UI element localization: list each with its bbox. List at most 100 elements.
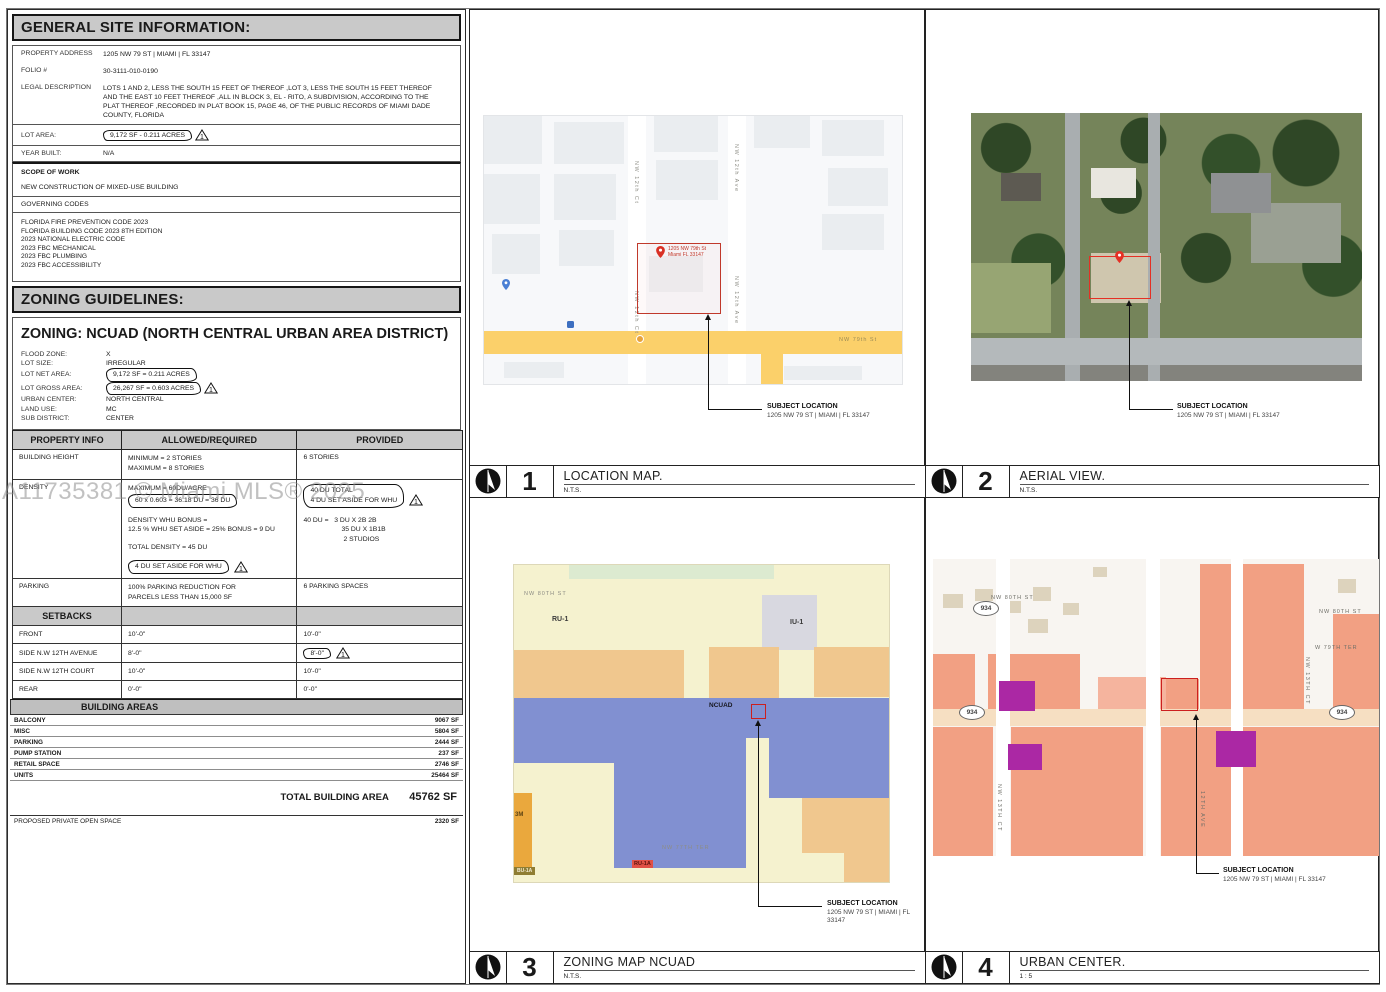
panel-number: 1: [507, 466, 554, 497]
property-info-box: PROPERTY ADDRESS 1205 NW 79 ST | MIAMI |…: [12, 45, 461, 125]
panel-title: ZONING MAP NCUAD: [564, 954, 915, 971]
panel-scale: N.T.S.: [1020, 485, 1369, 494]
revision-cloud: 26,267 SF = 0.603 ACRES: [106, 382, 201, 395]
urban-center-map: NW 80TH ST NW 80TH ST W 79TH TER NW 13TH…: [933, 559, 1379, 856]
property-address-row: PROPERTY ADDRESS 1205 NW 79 ST | MIAMI |…: [13, 46, 460, 63]
area-row-misc: MISC5804 SF: [10, 726, 463, 737]
allowed-cell: MINIMUM = 2 STORIES MAXIMUM = 8 STORIES: [122, 450, 297, 480]
area-row-units: UNITS25464 SF: [10, 770, 463, 781]
area-row-parking: PARKING2444 SF: [10, 737, 463, 748]
street-label: NW 12th Ave: [733, 276, 739, 325]
zoning-summary-box: ZONING: NCUAD (NORTH CENTRAL URBAN AREA …: [12, 317, 461, 431]
location-map-panel: NW 12th Ct NW 12th Ct NW 12th Ave NW 12t…: [469, 9, 925, 497]
field-label: PROPERTY ADDRESS: [21, 50, 103, 59]
scope-label: SCOPE OF WORK: [21, 169, 452, 176]
panel-title: URBAN CENTER.: [1020, 954, 1369, 971]
setback-side-avenue-row: SIDE N.W 12TH AVENUE 8'-0" 8'-0" 1: [13, 644, 463, 663]
zone-chip: BU-1A: [514, 867, 535, 875]
total-building-area-row: TOTAL BUILDING AREA 45762 SF: [8, 781, 465, 807]
street-label: NW 77TH TER: [662, 845, 710, 851]
north-arrow-icon: [475, 954, 501, 980]
total-label: TOTAL BUILDING AREA: [280, 792, 388, 803]
aerial-view-panel: SUBJECT LOCATION 1205 NW 79 ST | MIAMI |…: [925, 9, 1379, 497]
col-header: PROPERTY INFO: [13, 431, 122, 450]
zone-chip: RU-1A: [632, 860, 653, 868]
folio-row: FOLIO # 30-3111-010-0190: [13, 63, 460, 80]
revision-triangle-icon: 1: [204, 382, 218, 394]
title-block-2: 2 AERIAL VIEW. N.T.S.: [925, 465, 1380, 498]
revision-cloud: 9,172 SF - 0.211 ACRES: [103, 130, 192, 141]
sub-district-row: SUB DISTRICT:CENTER: [21, 414, 452, 423]
field-label: FOLIO #: [21, 67, 103, 76]
aerial-map: [971, 113, 1362, 381]
watermark: A11735381 © Miami MLS® 2025: [2, 478, 365, 506]
lot-area-row: LOT AREA: 9,172 SF - 0.211 ACRES 1: [12, 125, 461, 146]
area-row-pump-station: PUMP STATION237 SF: [10, 748, 463, 759]
code-item: FLORIDA FIRE PREVENTION CODE 2023: [21, 219, 452, 228]
setback-front-row: FRONT 10'-0" 10'-0": [13, 626, 463, 644]
provided-cell: 6 PARKING SPACES: [297, 578, 463, 606]
zone-label: IU-1: [790, 619, 803, 626]
revision-cloud: 8'-0": [303, 648, 331, 659]
transit-icon: [567, 321, 574, 328]
field-label: LOT AREA:: [21, 132, 103, 139]
zone-label: NCUAD: [709, 702, 732, 709]
subject-lot-outline: [1161, 678, 1198, 711]
allowed-cell: 100% PARKING REDUCTION FOR PARCELS LESS …: [122, 578, 297, 606]
revision-cloud: 4 DU SET ASIDE FOR WHU: [128, 560, 229, 574]
revision-triangle-icon: 1: [409, 494, 423, 506]
urban-center-panel: NW 80TH ST NW 80TH ST W 79TH TER NW 13TH…: [925, 497, 1379, 983]
poi-dot-icon: [636, 335, 644, 343]
revision-cloud: 9,172 SF = 0.211 ACRES: [106, 368, 197, 381]
map-pin-icon: [656, 246, 665, 258]
pin-label: 1205 NW 79th St Miami FL 33147: [668, 246, 706, 258]
area-row-retail: RETAIL SPACE2746 SF: [10, 759, 463, 770]
route-shield: 934: [973, 601, 999, 616]
street-label: W 79TH TER: [1315, 645, 1358, 651]
legal-description-row: LEGAL DESCRIPTION LOTS 1 AND 2, LESS THE…: [13, 80, 460, 124]
zoning-guidelines-header: ZONING GUIDELINES:: [12, 286, 461, 313]
street-label: NW 80TH ST: [524, 591, 567, 597]
zoning-map: NW 80TH ST RU-1 IU-1 NCUAD 3M NW 77TH TE…: [513, 564, 890, 883]
panel-number: 3: [507, 952, 554, 983]
street-label: NW 12th Ave: [733, 144, 739, 193]
zone-label: 3M: [515, 812, 523, 818]
route-shield: 934: [959, 705, 985, 720]
area-row-balcony: BALCONY9067 SF: [10, 715, 463, 726]
revision-triangle-icon: 1: [195, 129, 209, 141]
poi-pin-icon: [502, 279, 510, 290]
row-label: BUILDING HEIGHT: [13, 450, 122, 480]
street-label: NW 80TH ST: [991, 595, 1034, 601]
panel-number: 2: [963, 466, 1010, 497]
building-areas-header: BUILDING AREAS: [10, 699, 463, 715]
zone-label: RU-1: [552, 616, 568, 623]
location-map: NW 12th Ct NW 12th Ct NW 12th Ave NW 12t…: [483, 115, 903, 385]
land-use-row: LAND USE:MC: [21, 405, 452, 414]
lot-size-row: LOT SIZE:IRREGULAR: [21, 359, 452, 368]
subject-location-callout: SUBJECT LOCATION 1205 NW 79 ST | MIAMI |…: [1177, 403, 1280, 420]
panel-number: 4: [963, 952, 1010, 983]
panel-title: LOCATION MAP.: [564, 468, 915, 485]
route-shield: 934: [1329, 705, 1355, 720]
subject-location-callout: SUBJECT LOCATION 1205 NW 79 ST | MIAMI |…: [767, 403, 870, 420]
code-item: 2023 FBC PLUMBING: [21, 253, 452, 262]
leader-line: [708, 409, 762, 410]
subject-location-callout: SUBJECT LOCATION 1205 NW 79 ST | MIAMI |…: [1223, 867, 1326, 884]
parking-row: PARKING 100% PARKING REDUCTION FOR PARCE…: [13, 578, 463, 606]
code-item: 2023 FBC ACCESSIBILITY: [21, 262, 452, 271]
street-label: NW 79th St: [839, 337, 877, 343]
total-value: 45762 SF: [409, 791, 457, 803]
panel-title: AERIAL VIEW.: [1020, 468, 1369, 485]
general-info-header: GENERAL SITE INFORMATION:: [12, 14, 461, 41]
governing-codes-list: FLORIDA FIRE PREVENTION CODE 2023 FLORID…: [12, 213, 461, 282]
leader-line: [708, 319, 709, 409]
code-item: 2023 FBC MECHANICAL: [21, 245, 452, 254]
subject-location-callout: SUBJECT LOCATION 1205 NW 79 ST | MIAMI |…: [827, 900, 924, 926]
revision-triangle-icon: 1: [234, 561, 248, 573]
field-value: LOTS 1 AND 2, LESS THE SOUTH 15 FEET OF …: [103, 84, 438, 120]
code-item: FLORIDA BUILDING CODE 2023 8TH EDITION: [21, 228, 452, 237]
building-height-row: BUILDING HEIGHT MINIMUM = 2 STORIES MAXI…: [13, 450, 463, 480]
setbacks-header-row: SETBACKS: [13, 607, 463, 626]
zoning-map-panel: NW 80TH ST RU-1 IU-1 NCUAD 3M NW 77TH TE…: [469, 497, 925, 983]
north-arrow-icon: [475, 468, 501, 494]
